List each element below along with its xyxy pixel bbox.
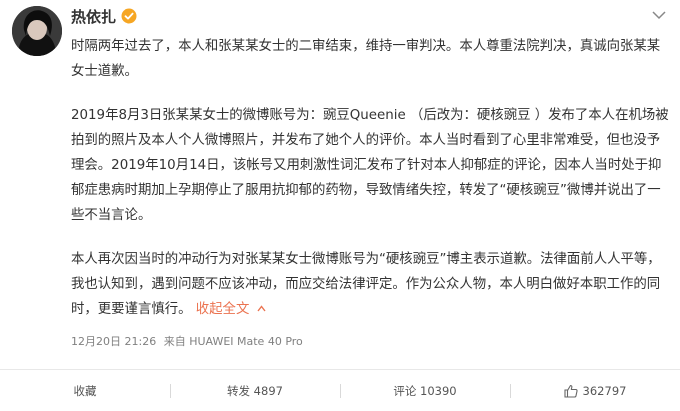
collapse-label: 收起全文: [195, 302, 250, 317]
post-meta: 12月20日 21:26 来自 HUAWEI Mate 40 Pro: [71, 334, 303, 350]
post-content: 时隔两年过去了，本人和张某某女士的二审结束，维持一审判决。本人尊重法院判决，真诚…: [71, 34, 671, 322]
like-button[interactable]: 362797: [510, 370, 680, 411]
chevron-up-icon: [257, 305, 266, 312]
repost-button[interactable]: 转发 4897: [170, 370, 340, 411]
post-timestamp[interactable]: 12月20日 21:26: [71, 335, 156, 348]
chevron-down-icon[interactable]: [652, 10, 666, 20]
comment-label: 评论 10390: [393, 383, 457, 398]
post-source: 来自 HUAWEI Mate 40 Pro: [163, 335, 303, 348]
collapse-link[interactable]: 收起全文: [196, 302, 266, 317]
repost-label: 转发 4897: [227, 383, 283, 398]
post-paragraph: 2019年8月3日张某某女士的微博账号为：豌豆Queenie （后改为：硬核豌豆…: [71, 108, 669, 223]
comment-button[interactable]: 评论 10390: [340, 370, 510, 411]
username[interactable]: 热依扎: [71, 6, 116, 28]
post-paragraph: 时隔两年过去了，本人和张某某女士的二审结束，维持一审判决。本人尊重法院判决，真诚…: [71, 39, 661, 79]
verified-badge-icon: [121, 8, 137, 24]
action-bar: 收藏 转发 4897 评论 10390 362797: [0, 369, 680, 411]
avatar[interactable]: [12, 6, 62, 56]
thumbs-up-icon: [563, 384, 578, 398]
favorite-label: 收藏: [73, 383, 97, 398]
post-paragraph: 本人再次因当时的冲动行为对张某某女士微博账号为“硬核豌豆”博主表示道歉。法律面前…: [71, 252, 661, 317]
like-count: 362797: [582, 383, 627, 398]
favorite-button[interactable]: 收藏: [0, 370, 170, 411]
